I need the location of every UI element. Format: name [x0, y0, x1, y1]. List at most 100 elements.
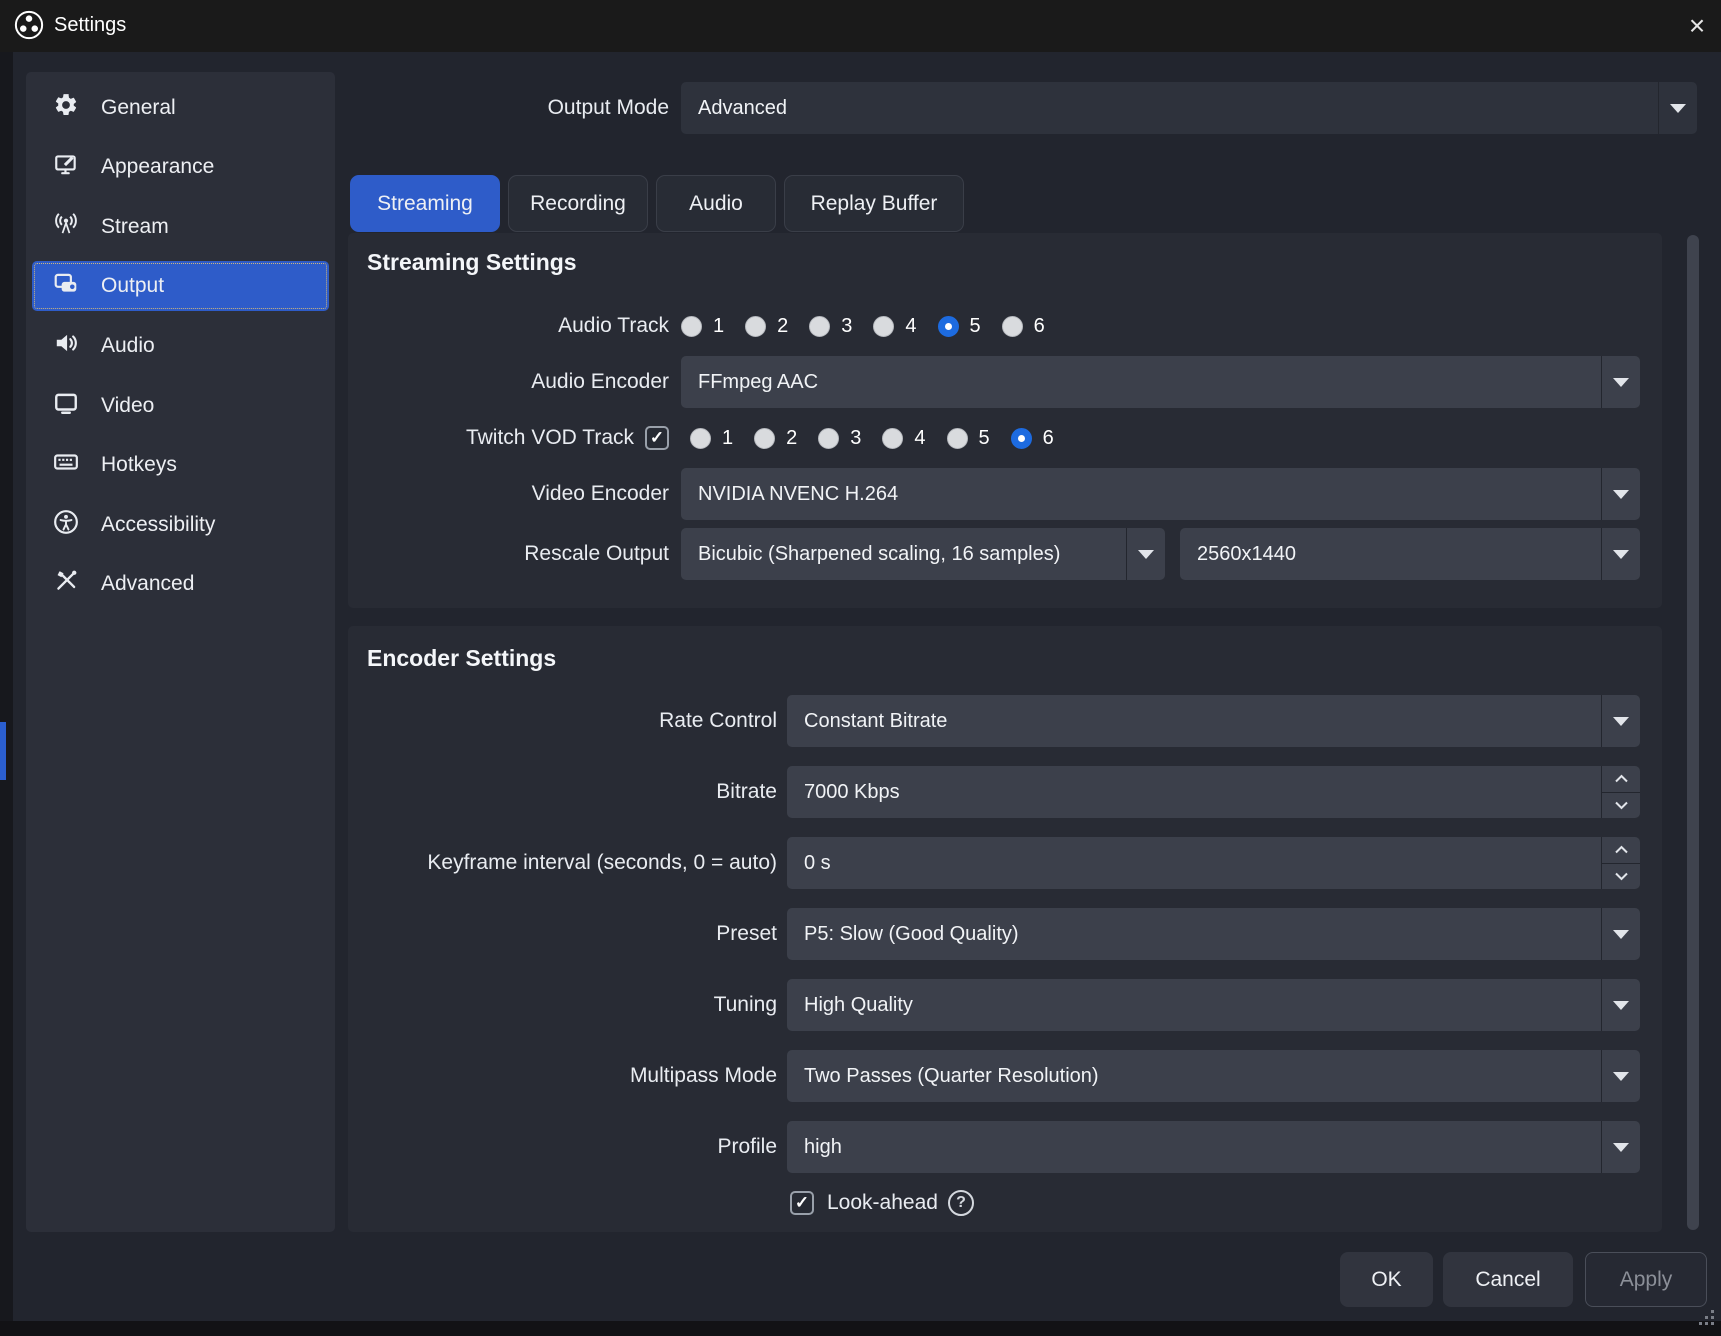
- camera-icon: [53, 270, 79, 302]
- rescale-resolution-value: 2560x1440: [1197, 542, 1296, 565]
- apply-button[interactable]: Apply: [1585, 1252, 1707, 1307]
- gear-icon: [53, 92, 79, 124]
- spin-up-icon[interactable]: [1602, 766, 1640, 793]
- audio-encoder-label: Audio Encoder: [531, 370, 669, 393]
- monitor-icon: [53, 390, 79, 422]
- chevron-down-icon: [1126, 528, 1165, 580]
- sidebar-item-advanced[interactable]: Advanced: [32, 559, 329, 609]
- sidebar-item-output[interactable]: Output: [32, 261, 329, 311]
- tab-label: Replay Buffer: [810, 191, 938, 215]
- tools-icon: [53, 568, 79, 600]
- radio-audio-track-2[interactable]: 2: [745, 315, 788, 338]
- radio-vod-track-3[interactable]: 3: [818, 427, 861, 450]
- tab-label: Audio: [689, 191, 743, 215]
- sidebar-item-label: Output: [101, 274, 165, 297]
- sidebar-item-label: Stream: [101, 215, 169, 238]
- resize-grip[interactable]: [1699, 1310, 1719, 1330]
- sidebar-item-audio[interactable]: Audio: [32, 321, 329, 371]
- radio-icon: [937, 316, 959, 337]
- window-title: Settings: [54, 14, 127, 36]
- rate-control-dropdown[interactable]: Constant Bitrate: [787, 695, 1640, 747]
- audio-encoder-value: FFmpeg AAC: [698, 370, 819, 393]
- speaker-icon: [53, 330, 79, 362]
- sidebar-item-label: Advanced: [101, 572, 195, 595]
- radio-label: 6: [1042, 427, 1054, 449]
- preset-dropdown[interactable]: P5: Slow (Good Quality): [787, 908, 1640, 960]
- bitrate-spinbox[interactable]: 7000 Kbps: [787, 766, 1640, 818]
- encoder-settings-heading: Encoder Settings: [367, 645, 557, 671]
- help-glyph: ?: [956, 1194, 966, 1211]
- spin-down-icon[interactable]: [1602, 793, 1640, 819]
- keyframe-interval-spinbox[interactable]: 0 s: [787, 837, 1640, 889]
- spin-down-icon[interactable]: [1602, 864, 1640, 890]
- sidebar-item-general[interactable]: General: [32, 83, 329, 133]
- tuning-label: Tuning: [713, 993, 777, 1016]
- chevron-down-icon: [1601, 695, 1640, 747]
- multipass-mode-dropdown[interactable]: Two Passes (Quarter Resolution): [787, 1050, 1640, 1102]
- obs-logo-icon: [14, 10, 44, 45]
- keyboard-icon: [53, 449, 79, 481]
- sidebar-item-label: Hotkeys: [101, 453, 177, 476]
- rescale-resolution-dropdown[interactable]: 2560x1440: [1180, 528, 1640, 580]
- radio-vod-track-2[interactable]: 2: [754, 427, 797, 450]
- twitch-vod-radio-group: 1 2 3 4 5 6: [690, 427, 1075, 450]
- twitch-vod-track-checkbox[interactable]: [645, 426, 669, 450]
- sidebar-item-video[interactable]: Video: [32, 381, 329, 431]
- chevron-down-icon: [1601, 1050, 1640, 1102]
- tab-audio[interactable]: Audio: [656, 175, 776, 232]
- tab-replay-buffer[interactable]: Replay Buffer: [784, 175, 964, 232]
- multipass-mode-value: Two Passes (Quarter Resolution): [804, 1064, 1099, 1087]
- bitrate-spin-buttons: [1601, 766, 1640, 818]
- audio-encoder-dropdown[interactable]: FFmpeg AAC: [681, 356, 1640, 408]
- radio-label: 6: [1033, 315, 1045, 337]
- spin-up-icon[interactable]: [1602, 837, 1640, 864]
- cancel-button[interactable]: Cancel: [1443, 1252, 1573, 1307]
- radio-vod-track-6[interactable]: 6: [1010, 427, 1054, 450]
- ok-button[interactable]: OK: [1340, 1252, 1433, 1307]
- tab-streaming[interactable]: Streaming: [350, 175, 500, 232]
- tuning-dropdown[interactable]: High Quality: [787, 979, 1640, 1031]
- close-icon[interactable]: ×: [1676, 6, 1718, 46]
- preset-value: P5: Slow (Good Quality): [804, 922, 1019, 945]
- radio-icon: [754, 428, 776, 449]
- output-mode-label: Output Mode: [547, 96, 669, 119]
- radio-audio-track-5[interactable]: 5: [937, 315, 981, 338]
- chevron-down-icon: [1601, 468, 1640, 520]
- sidebar-item-label: Accessibility: [101, 513, 216, 536]
- radio-label: 1: [713, 315, 725, 337]
- profile-value: high: [804, 1135, 842, 1158]
- appearance-icon: [53, 151, 79, 183]
- antenna-icon: [53, 211, 79, 243]
- sidebar-item-hotkeys[interactable]: Hotkeys: [32, 440, 329, 490]
- look-ahead-checkbox[interactable]: [790, 1191, 814, 1215]
- radio-audio-track-4[interactable]: 4: [873, 315, 917, 338]
- profile-dropdown[interactable]: high: [787, 1121, 1640, 1173]
- chevron-down-icon: [1601, 1121, 1640, 1173]
- radio-vod-track-1[interactable]: 1: [690, 427, 733, 450]
- multipass-mode-label: Multipass Mode: [629, 1064, 777, 1087]
- bitrate-value: 7000 Kbps: [804, 780, 900, 803]
- radio-icon: [1010, 428, 1032, 449]
- radio-audio-track-6[interactable]: 6: [1001, 315, 1045, 338]
- radio-audio-track-1[interactable]: 1: [681, 315, 724, 338]
- help-icon[interactable]: ?: [948, 1190, 974, 1216]
- audio-track-radio-group: 1 2 3 4 5 6: [681, 315, 1066, 338]
- output-mode-value: Advanced: [698, 96, 787, 119]
- tab-recording[interactable]: Recording: [508, 175, 648, 232]
- vertical-scrollbar[interactable]: [1687, 235, 1699, 1230]
- radio-vod-track-4[interactable]: 4: [882, 427, 926, 450]
- sidebar-item-appearance[interactable]: Appearance: [32, 142, 329, 192]
- video-encoder-value: NVIDIA NVENC H.264: [698, 482, 899, 505]
- sidebar-item-stream[interactable]: Stream: [32, 202, 329, 252]
- rescale-filter-dropdown[interactable]: Bicubic (Sharpened scaling, 16 samples): [681, 528, 1165, 580]
- preset-label: Preset: [716, 922, 777, 945]
- tab-label: Streaming: [377, 191, 473, 215]
- sidebar-item-accessibility[interactable]: Accessibility: [32, 500, 329, 550]
- radio-vod-track-5[interactable]: 5: [946, 427, 990, 450]
- video-encoder-dropdown[interactable]: NVIDIA NVENC H.264: [681, 468, 1640, 520]
- radio-audio-track-3[interactable]: 3: [809, 315, 852, 338]
- chevron-down-icon: [1658, 82, 1697, 134]
- radio-icon: [745, 316, 767, 337]
- settings-window: Settings × General Appearance Stream Out…: [0, 0, 1721, 1336]
- output-mode-dropdown[interactable]: Advanced: [681, 82, 1697, 134]
